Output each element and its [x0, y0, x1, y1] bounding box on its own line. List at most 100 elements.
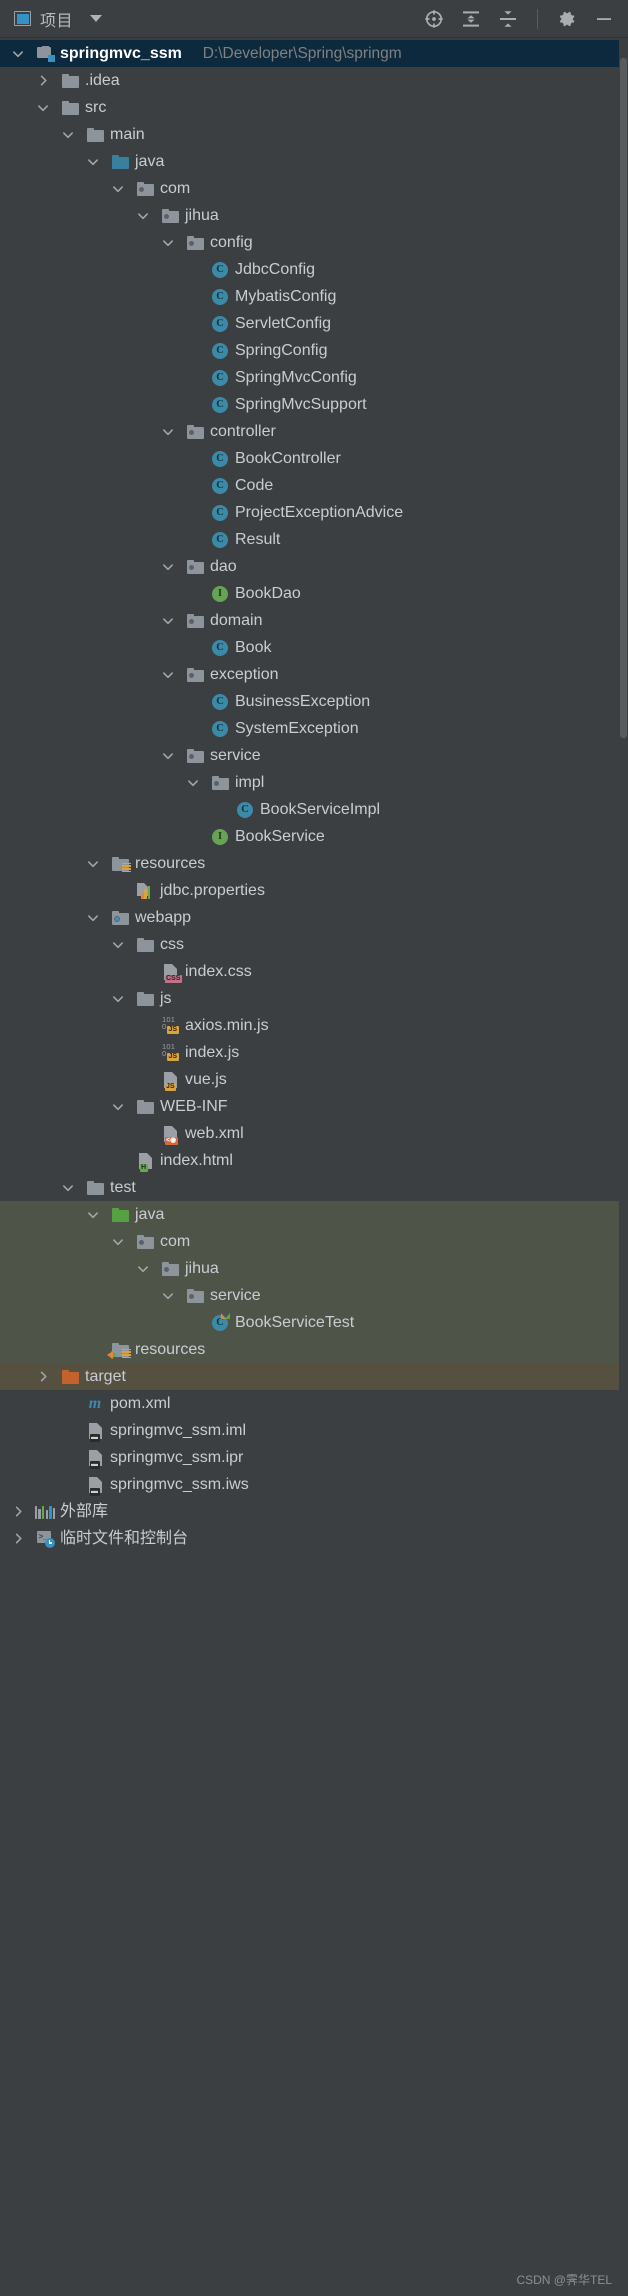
tree-node-main[interactable]: main: [0, 121, 628, 148]
vertical-scrollbar[interactable]: [619, 38, 628, 2296]
tree-node-service[interactable]: service: [0, 1282, 628, 1309]
tree-node-bookdao[interactable]: I BookDao: [0, 580, 628, 607]
tree-node-springmvc-ssm-iws[interactable]: ▬ springmvc_ssm.iws: [0, 1471, 628, 1498]
tree-node-book[interactable]: C Book: [0, 634, 628, 661]
hide-minimize-icon[interactable]: [594, 9, 614, 29]
tree-node-webapp[interactable]: webapp: [0, 904, 628, 931]
watermark: CSDN @霁华TEL: [516, 2273, 612, 2287]
tree-node-src[interactable]: src: [0, 94, 628, 121]
chevron-down-icon[interactable]: [161, 1289, 175, 1303]
tree-node-axios-min-js[interactable]: 101 0 JS axios.min.js: [0, 1012, 628, 1039]
tree-node-[interactable]: 外部库: [0, 1498, 628, 1525]
tree-node-springmvcconfig[interactable]: C SpringMvcConfig: [0, 364, 628, 391]
tree-node-controller[interactable]: controller: [0, 418, 628, 445]
chevron-right-icon[interactable]: [11, 1532, 25, 1546]
chevron-down-icon[interactable]: [61, 128, 75, 142]
chevron-down-icon[interactable]: [111, 182, 125, 196]
tree-node-domain[interactable]: domain: [0, 607, 628, 634]
tree-node-test[interactable]: test: [0, 1174, 628, 1201]
tree-node-springconfig[interactable]: C SpringConfig: [0, 337, 628, 364]
collapse-all-icon[interactable]: [498, 9, 518, 29]
chevron-down-icon[interactable]: [111, 992, 125, 1006]
chevron-right-icon[interactable]: [36, 1370, 50, 1384]
tree-node-dao[interactable]: dao: [0, 553, 628, 580]
tree-node-index-html[interactable]: Hindex.html: [0, 1147, 628, 1174]
tree-node-bookservice[interactable]: I BookService: [0, 823, 628, 850]
tree-node-springmvc-ssm-iml[interactable]: ▬ springmvc_ssm.iml: [0, 1417, 628, 1444]
tree-node-projectexceptionadvice[interactable]: C ProjectExceptionAdvice: [0, 499, 628, 526]
tree-node-impl[interactable]: impl: [0, 769, 628, 796]
chevron-down-icon[interactable]: [111, 1235, 125, 1249]
java-class-icon: C: [211, 342, 229, 360]
tree-node-index-css[interactable]: CSS index.css: [0, 958, 628, 985]
tree-node-bookcontroller[interactable]: C BookController: [0, 445, 628, 472]
tree-node-exception[interactable]: exception: [0, 661, 628, 688]
tree-node-css[interactable]: css: [0, 931, 628, 958]
chevron-down-icon[interactable]: [161, 425, 175, 439]
chevron-down-icon[interactable]: [11, 47, 25, 61]
chevron-down-icon[interactable]: [161, 614, 175, 628]
select-opened-file-icon[interactable]: [424, 9, 444, 29]
chevron-down-icon[interactable]: [86, 155, 100, 169]
tree-node-label: BookController: [235, 450, 341, 467]
tree-node-jihua[interactable]: jihua: [0, 202, 628, 229]
tree-node-[interactable]: >_ 临时文件和控制台: [0, 1525, 628, 1552]
tree-node-jihua[interactable]: jihua: [0, 1255, 628, 1282]
tree-node-config[interactable]: config: [0, 229, 628, 256]
tree-node-bookserviceimpl[interactable]: C BookServiceImpl: [0, 796, 628, 823]
tree-node-web-inf[interactable]: WEB-INF: [0, 1093, 628, 1120]
chevron-down-icon[interactable]: [86, 857, 100, 871]
tree-node-index-js[interactable]: 101 0 JS index.js: [0, 1039, 628, 1066]
tree-node-mybatisconfig[interactable]: C MybatisConfig: [0, 283, 628, 310]
tree-node-code[interactable]: C Code: [0, 472, 628, 499]
chevron-down-icon[interactable]: [161, 749, 175, 763]
expand-all-icon[interactable]: [461, 9, 481, 29]
tree-node-com[interactable]: com: [0, 175, 628, 202]
tree-node-pom-xml[interactable]: m pom.xml: [0, 1390, 628, 1417]
tree-node-vue-js[interactable]: JS vue.js: [0, 1066, 628, 1093]
chevron-right-icon[interactable]: [11, 1505, 25, 1519]
tree-node-springmvcsupport[interactable]: C SpringMvcSupport: [0, 391, 628, 418]
tree-node-service[interactable]: service: [0, 742, 628, 769]
chevron-down-icon[interactable]: [36, 101, 50, 115]
chevron-down-icon[interactable]: [86, 911, 100, 925]
tree-node-systemexception[interactable]: C SystemException: [0, 715, 628, 742]
chevron-down-icon[interactable]: [161, 560, 175, 574]
chevron-down-icon[interactable]: [186, 776, 200, 790]
tree-node-com[interactable]: com: [0, 1228, 628, 1255]
tree-node-businessexception[interactable]: C BusinessException: [0, 688, 628, 715]
chevron-down-icon[interactable]: [136, 209, 150, 223]
tree-node-label: SpringConfig: [235, 342, 328, 359]
tree-node-jdbc-properties[interactable]: jdbc.properties: [0, 877, 628, 904]
tree-node-label: SpringMvcConfig: [235, 369, 357, 386]
tree-node-result[interactable]: C Result: [0, 526, 628, 553]
project-tree[interactable]: springmvc_ssm D:\Developer\Spring\springm…: [0, 38, 628, 1552]
tree-node-target[interactable]: target: [0, 1363, 628, 1390]
tree-node-label: jihua: [185, 1260, 219, 1277]
settings-gear-icon[interactable]: [557, 9, 577, 29]
tree-node-resources[interactable]: resources: [0, 850, 628, 877]
chevron-down-icon[interactable]: [61, 1181, 75, 1195]
tree-node-js[interactable]: js: [0, 985, 628, 1012]
chevron-down-icon[interactable]: [161, 236, 175, 250]
tree-node-java[interactable]: java: [0, 148, 628, 175]
chevron-down-icon[interactable]: [90, 15, 103, 22]
chevron-down-icon[interactable]: [136, 1262, 150, 1276]
chevron-down-icon[interactable]: [161, 668, 175, 682]
project-path: D:\Developer\Spring\springm: [202, 45, 402, 62]
java-class-icon: C: [211, 504, 229, 522]
tree-node-java[interactable]: java: [0, 1201, 628, 1228]
chevron-down-icon[interactable]: [111, 1100, 125, 1114]
tree-node-jdbcconfig[interactable]: C JdbcConfig: [0, 256, 628, 283]
scrollbar-thumb[interactable]: [620, 58, 627, 738]
tree-node-springmvc-ssm-ipr[interactable]: ▬ springmvc_ssm.ipr: [0, 1444, 628, 1471]
tree-node-bookservicetest[interactable]: C BookServiceTest: [0, 1309, 628, 1336]
tree-node-resources[interactable]: resources: [0, 1336, 628, 1363]
tree-node-idea[interactable]: .idea: [0, 67, 628, 94]
tree-node-springmvc-ssm[interactable]: springmvc_ssm D:\Developer\Spring\springm: [0, 40, 628, 67]
chevron-down-icon[interactable]: [86, 1208, 100, 1222]
chevron-right-icon[interactable]: [36, 74, 50, 88]
chevron-down-icon[interactable]: [111, 938, 125, 952]
tree-node-servletconfig[interactable]: C ServletConfig: [0, 310, 628, 337]
tree-node-web-xml[interactable]: <◉ web.xml: [0, 1120, 628, 1147]
